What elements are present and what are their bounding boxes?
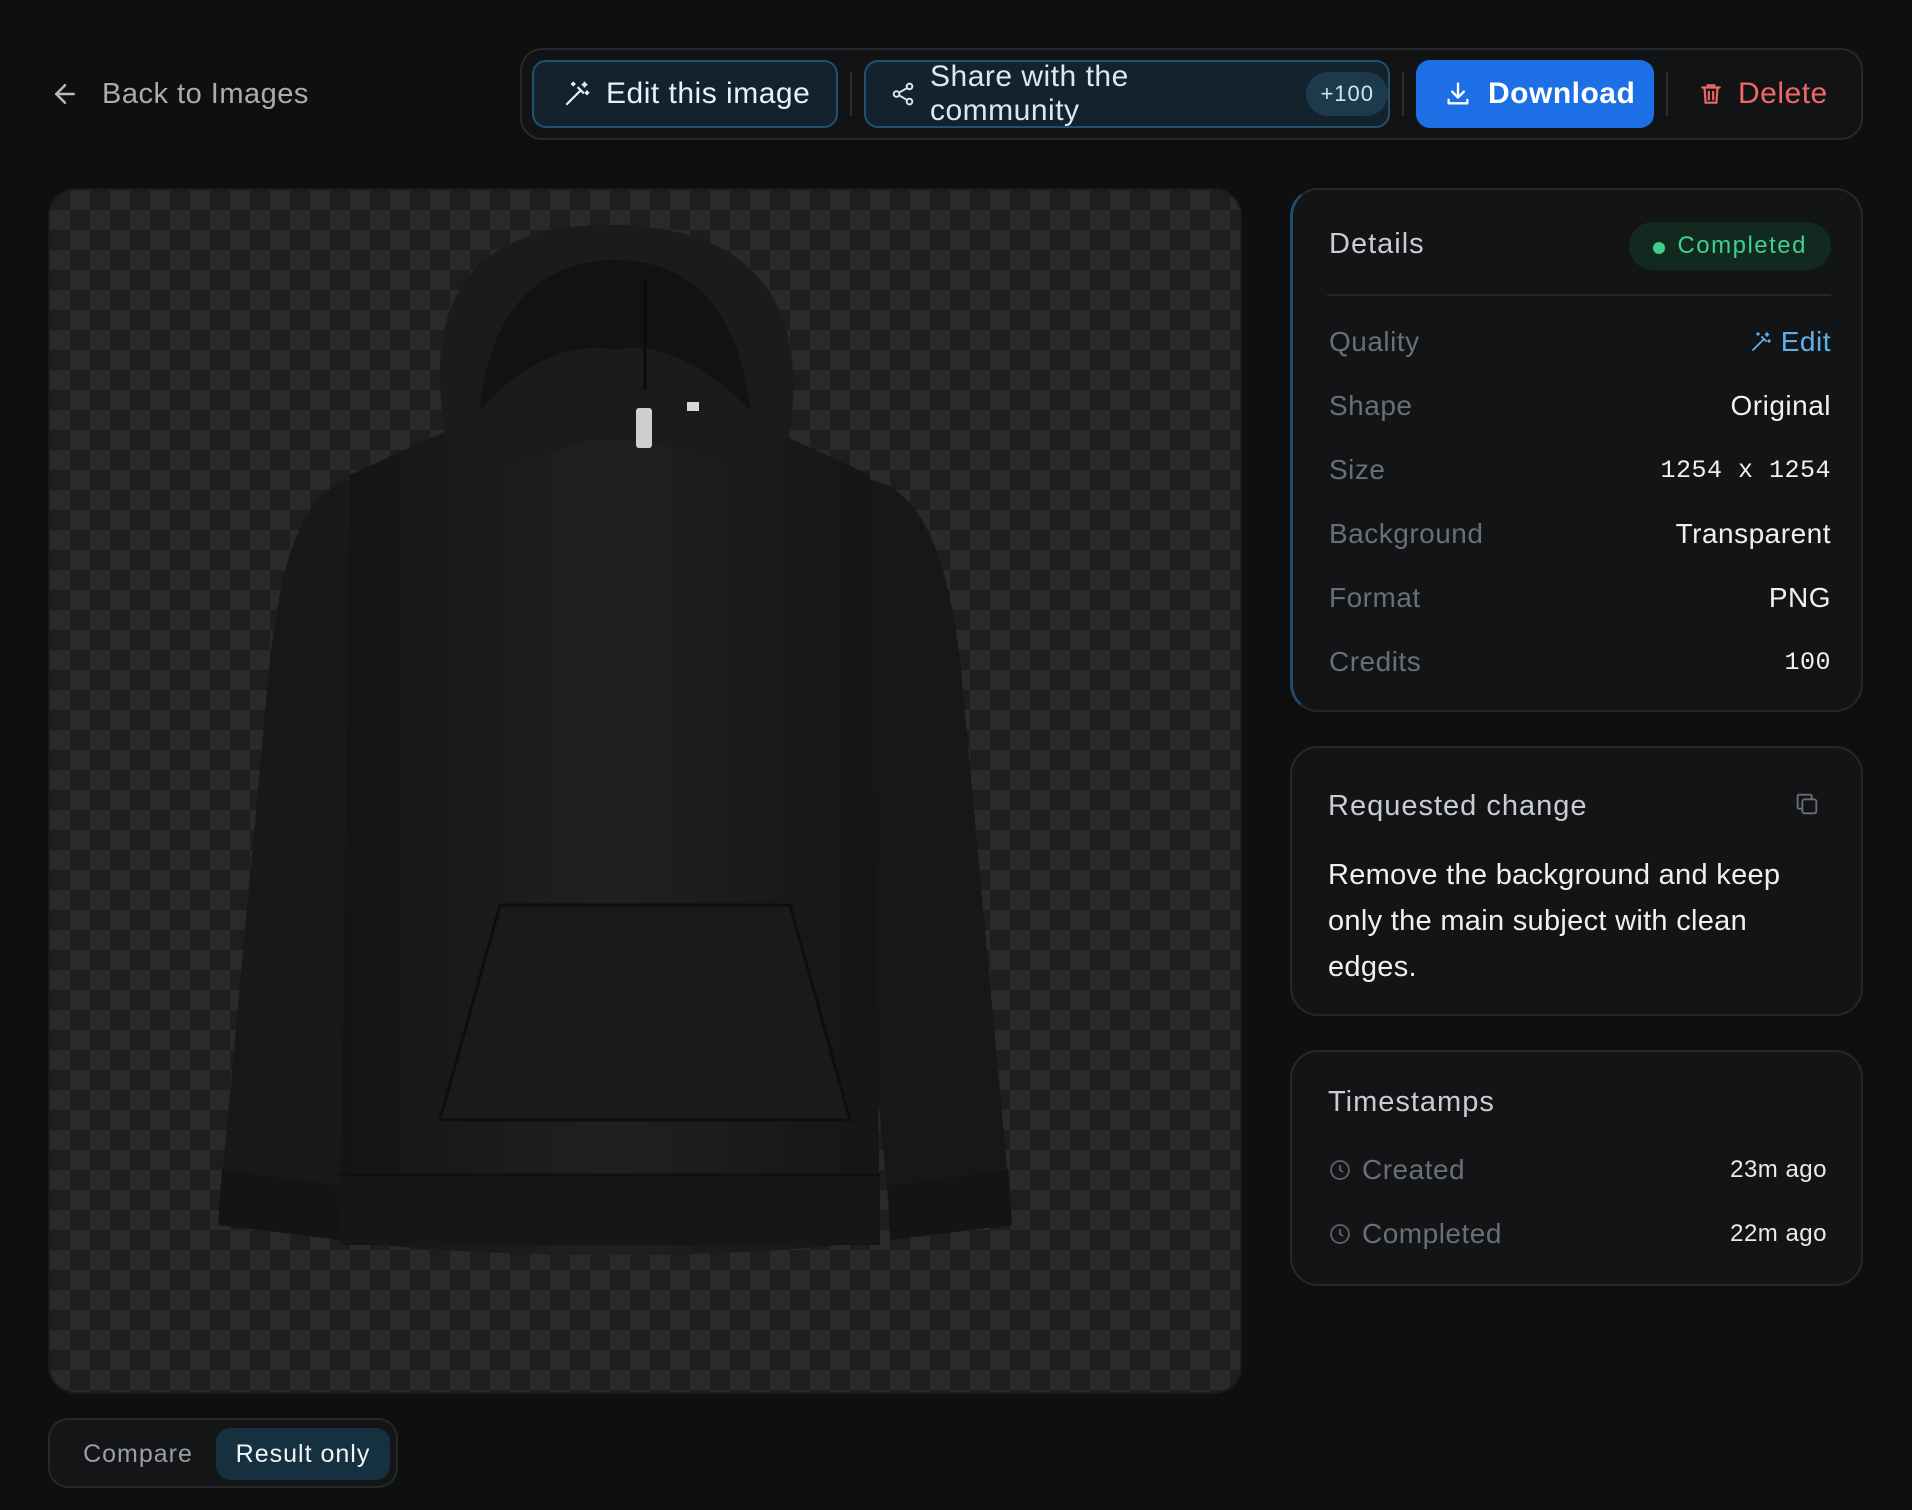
share-label: Share with the community: [930, 60, 1129, 127]
download-label: Download: [1488, 77, 1636, 110]
share-nodes-icon: [890, 81, 916, 107]
detail-row-format: Format PNG: [1329, 578, 1831, 618]
timestamps-card: Timestamps Created 23m ago Completed 22m…: [1290, 1050, 1863, 1286]
trash-icon: [1698, 80, 1724, 108]
result-image-canvas: [48, 188, 1242, 1394]
detail-value: 100: [1784, 647, 1831, 677]
detail-key: Background: [1329, 518, 1484, 549]
detail-key: Size: [1329, 454, 1386, 485]
result-only-tab[interactable]: Result only: [216, 1428, 390, 1480]
detail-value: PNG: [1768, 582, 1831, 613]
edit-image-button[interactable]: Edit this image: [532, 60, 838, 128]
details-title: Details: [1329, 228, 1425, 260]
detail-value: Original: [1730, 390, 1831, 421]
magic-wand-icon: [1749, 330, 1773, 354]
detail-row-quality: Quality Edit: [1329, 322, 1831, 362]
share-community-button[interactable]: Share with the community +100: [864, 60, 1390, 128]
requested-change-text: Remove the background and keep only the …: [1328, 859, 1781, 983]
timestamp-value: 23m ago: [1730, 1156, 1827, 1183]
detail-row-shape: Shape Original: [1329, 386, 1831, 426]
detail-key: Quality: [1329, 326, 1420, 357]
detail-value: Transparent: [1675, 518, 1831, 549]
arrow-left-icon: [50, 79, 80, 109]
magic-wand-icon: [562, 79, 592, 109]
timestamp-value: 22m ago: [1730, 1220, 1827, 1247]
compare-tab[interactable]: Compare: [58, 1428, 218, 1480]
detail-value: 1254 x 1254: [1660, 455, 1831, 485]
timestamp-row-completed: Completed 22m ago: [1328, 1214, 1827, 1254]
action-toolbar: Edit this image Share with the community…: [520, 48, 1863, 140]
status-dot: [1653, 242, 1666, 254]
detail-key: Format: [1329, 582, 1421, 613]
quality-value: Edit: [1780, 326, 1831, 357]
detail-row-credits: Credits 100: [1329, 642, 1831, 682]
timestamp-key: Created: [1328, 1154, 1465, 1186]
clock-icon: [1328, 1222, 1352, 1246]
detail-row-size: Size 1254 x 1254: [1329, 450, 1831, 490]
detail-key: Shape: [1329, 390, 1413, 421]
status-badge: Completed: [1629, 222, 1831, 270]
detail-row-background: Background Transparent: [1329, 514, 1831, 554]
timestamp-row-created: Created 23m ago: [1328, 1150, 1827, 1190]
clock-icon: [1328, 1158, 1352, 1182]
back-label: Back to Images: [102, 77, 309, 110]
timestamp-key-label: Created: [1362, 1154, 1466, 1185]
download-button[interactable]: Download: [1416, 60, 1654, 128]
timestamps-title: Timestamps: [1328, 1086, 1495, 1118]
delete-label: Delete: [1738, 77, 1828, 110]
status-label: Completed: [1677, 232, 1807, 259]
detail-key: Credits: [1329, 646, 1422, 677]
view-toggle: Compare Result only: [48, 1418, 398, 1488]
details-card: Details Completed Quality Edit Shape Ori…: [1290, 188, 1863, 712]
requested-change-card: Requested change Remove the background a…: [1290, 746, 1863, 1016]
download-icon: [1444, 80, 1472, 108]
toolbar-divider: [850, 72, 852, 116]
delete-button[interactable]: Delete: [1698, 60, 1848, 128]
credits-chip: +100: [1306, 72, 1388, 116]
quality-edit-link[interactable]: Edit: [1749, 326, 1831, 358]
edit-image-label: Edit this image: [606, 77, 811, 110]
toolbar-divider: [1402, 72, 1404, 116]
toolbar-divider: [1666, 72, 1668, 116]
timestamp-key-label: Completed: [1362, 1218, 1502, 1249]
requested-change-title: Requested change: [1328, 790, 1588, 822]
details-divider: [1327, 294, 1831, 296]
timestamp-key: Completed: [1328, 1218, 1502, 1250]
hoodie-image: [218, 225, 1012, 1255]
back-to-images-link[interactable]: Back to Images: [50, 72, 309, 116]
copy-icon[interactable]: [1793, 790, 1821, 818]
